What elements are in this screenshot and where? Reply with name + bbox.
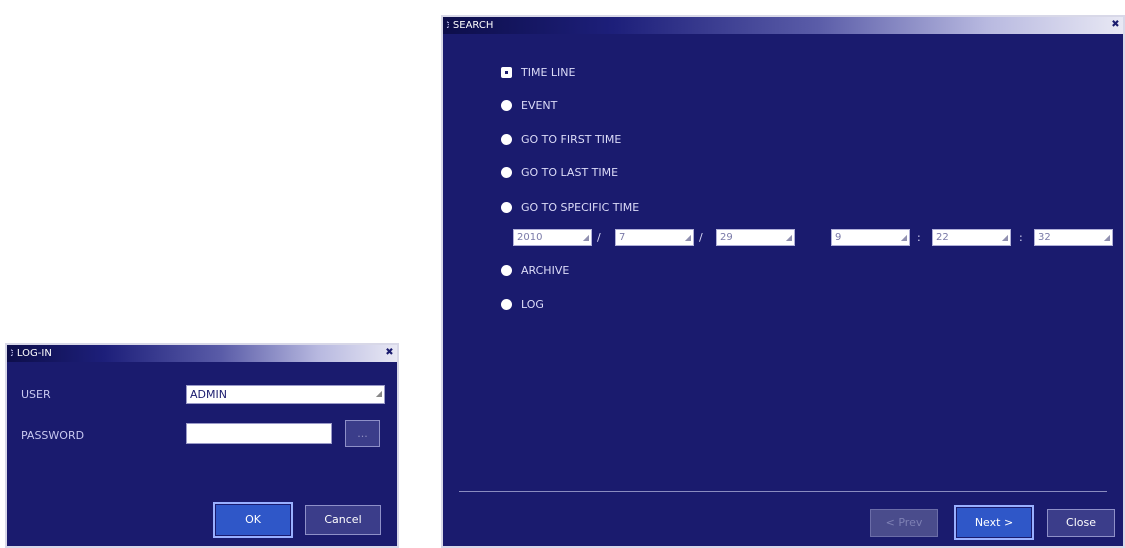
user-label: USER [21, 388, 51, 401]
password-field[interactable] [186, 423, 332, 444]
option-label: TIME LINE [521, 66, 576, 79]
keyboard-button-label: ... [357, 427, 368, 440]
day-field[interactable]: 29 ◢ [716, 229, 795, 246]
close-button[interactable]: Close [1047, 509, 1115, 537]
time-separator: : [917, 231, 921, 244]
close-icon[interactable]: ✖ [1110, 19, 1121, 30]
second-value: 32 [1038, 232, 1051, 243]
app-logo-icon: ⁚⁝ [10, 349, 13, 359]
date-separator: / [597, 231, 601, 244]
minute-field[interactable]: 22 ◢ [932, 229, 1011, 246]
close-button-label: Close [1066, 516, 1096, 529]
month-value: 7 [619, 232, 626, 243]
login-titlebar[interactable]: ⁚⁝ LOG-IN ✖ [7, 345, 397, 362]
keyboard-button[interactable]: ... [345, 420, 380, 447]
close-icon[interactable]: ✖ [384, 347, 395, 358]
search-dialog: ⁚⁝ SEARCH ✖ TIME LINE EVENT GO TO FIRST … [441, 15, 1125, 548]
date-separator: / [699, 231, 703, 244]
next-button-label: Next > [974, 516, 1014, 529]
option-label: EVENT [521, 99, 558, 112]
radio-icon [501, 202, 512, 213]
password-label: PASSWORD [21, 429, 85, 442]
day-value: 29 [720, 232, 733, 243]
login-title: LOG-IN [16, 348, 52, 359]
user-value: ADMIN [190, 388, 227, 401]
ok-button[interactable]: OK [213, 502, 293, 538]
year-value: 2010 [517, 232, 543, 243]
radio-icon [501, 167, 512, 178]
prev-button-label: < Prev [885, 516, 923, 529]
user-select[interactable]: ADMIN ◢ [186, 385, 385, 404]
dropdown-icon: ◢ [900, 233, 907, 242]
search-title: SEARCH [452, 20, 494, 31]
ok-button-label: OK [245, 513, 261, 526]
option-label: ARCHIVE [521, 264, 570, 277]
option-label: GO TO FIRST TIME [521, 133, 622, 146]
radio-icon [501, 134, 512, 145]
cancel-button[interactable]: Cancel [305, 505, 381, 535]
option-label: LOG [521, 298, 544, 311]
divider [459, 491, 1107, 492]
option-label: GO TO LAST TIME [521, 166, 619, 179]
second-field[interactable]: 32 ◢ [1034, 229, 1113, 246]
radio-icon [501, 299, 512, 310]
dropdown-icon: ◢ [1103, 233, 1110, 242]
year-field[interactable]: 2010 ◢ [513, 229, 592, 246]
time-separator: : [1019, 231, 1023, 244]
radio-selected-icon [501, 67, 512, 78]
dropdown-icon: ◢ [684, 233, 691, 242]
hour-field[interactable]: 9 ◢ [831, 229, 910, 246]
dropdown-icon: ◢ [582, 233, 589, 242]
month-field[interactable]: 7 ◢ [615, 229, 694, 246]
minute-value: 22 [936, 232, 949, 243]
dropdown-icon: ◢ [375, 389, 382, 398]
radio-icon [501, 100, 512, 111]
option-label: GO TO SPECIFIC TIME [521, 201, 640, 214]
dropdown-icon: ◢ [785, 233, 792, 242]
dropdown-icon: ◢ [1001, 233, 1008, 242]
radio-icon [501, 265, 512, 276]
prev-button[interactable]: < Prev [870, 509, 938, 537]
app-logo-icon: ⁚⁝ [446, 21, 449, 31]
login-dialog: ⁚⁝ LOG-IN ✖ USER ADMIN ◢ PASSWORD ... OK… [5, 343, 399, 548]
hour-value: 9 [835, 232, 842, 243]
cancel-button-label: Cancel [324, 513, 362, 526]
search-titlebar[interactable]: ⁚⁝ SEARCH ✖ [443, 17, 1123, 34]
next-button[interactable]: Next > [954, 505, 1034, 540]
